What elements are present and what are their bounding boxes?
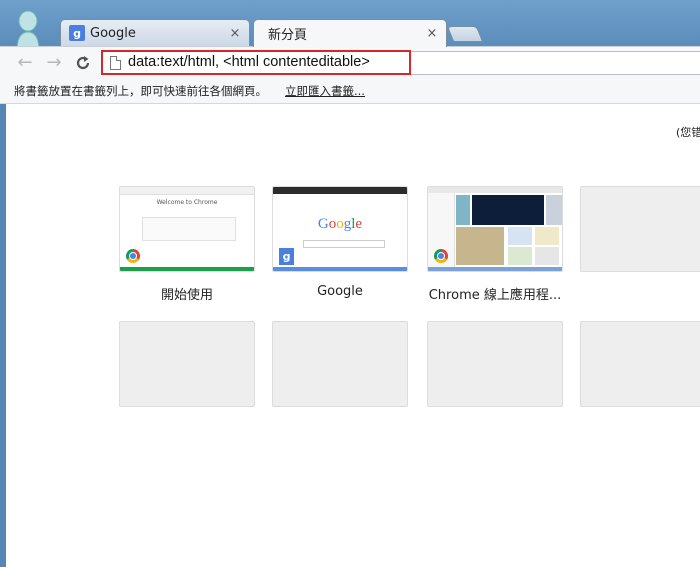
browser-window: g Google × 新分頁 × ← → data:text/html, <ht… bbox=[0, 0, 700, 567]
tile-label[interactable]: 開始使用 bbox=[112, 284, 262, 303]
toolbar: ← → data:text/html, <html contenteditabl… bbox=[0, 46, 700, 80]
thumb-banner-main bbox=[472, 195, 544, 225]
new-tab-button[interactable] bbox=[446, 26, 484, 42]
thumb-searchbox bbox=[303, 240, 385, 248]
google-logo: Google bbox=[317, 216, 363, 232]
most-visited-tile-empty bbox=[119, 321, 255, 407]
tile-color-bar bbox=[120, 267, 254, 271]
thumb-banner-left bbox=[456, 195, 470, 225]
most-visited-tile-webstore[interactable] bbox=[427, 186, 563, 272]
thumb-app-4 bbox=[535, 247, 559, 265]
tab-new-tab[interactable]: 新分頁 × bbox=[253, 19, 447, 47]
bookmarks-bar-message: 將書籤放置在書籤列上，即可快速前往各個網頁。 bbox=[14, 84, 267, 98]
back-arrow-icon[interactable]: ← bbox=[14, 53, 36, 73]
address-bar[interactable]: data:text/html, <html contenteditable> bbox=[102, 51, 700, 75]
most-visited-tile-welcome[interactable]: Welcome to Chrome bbox=[119, 186, 255, 272]
chrome-logo-icon bbox=[434, 249, 448, 263]
most-visited-tile-empty bbox=[427, 321, 563, 407]
thumb-app-2 bbox=[535, 227, 559, 245]
most-visited-tile-empty bbox=[580, 186, 700, 272]
tab-title: Google bbox=[90, 25, 136, 41]
thumb-app-1 bbox=[508, 227, 532, 245]
new-tab-page: (您错 Welcome to Chrome 開始使用 Google g Goog… bbox=[6, 104, 700, 567]
reload-arrow-icon bbox=[76, 56, 90, 70]
google-favicon-icon: g bbox=[69, 25, 85, 41]
tile-color-bar bbox=[273, 267, 407, 271]
thumb-banner-right bbox=[546, 195, 562, 225]
thumb-title: Welcome to Chrome bbox=[156, 199, 218, 206]
tab-close-icon[interactable]: × bbox=[424, 26, 440, 41]
thumb-app-3 bbox=[508, 247, 532, 265]
forward-arrow-icon[interactable]: → bbox=[43, 53, 65, 73]
tile-label[interactable]: Google bbox=[265, 284, 415, 299]
tile-color-bar bbox=[428, 267, 562, 271]
profile-avatar-icon[interactable] bbox=[13, 10, 43, 48]
most-visited-tile-google[interactable]: Google g bbox=[272, 186, 408, 272]
thumb-app-large bbox=[456, 227, 504, 265]
most-visited-tile-empty bbox=[272, 321, 408, 407]
topright-text: (您错 bbox=[676, 126, 700, 139]
page-icon bbox=[110, 56, 121, 70]
bookmarks-bar: 將書籤放置在書籤列上，即可快速前往各個網頁。 立即匯入書籤... bbox=[0, 79, 700, 104]
thumb-content-box bbox=[142, 217, 236, 241]
google-g-icon: g bbox=[279, 248, 294, 265]
thumb-toolbar bbox=[120, 187, 254, 195]
most-visited-tile-empty bbox=[580, 321, 700, 407]
thumb-blackbar bbox=[273, 187, 407, 194]
tab-close-icon[interactable]: × bbox=[227, 26, 243, 41]
import-bookmarks-link[interactable]: 立即匯入書籤... bbox=[285, 83, 365, 99]
reload-icon[interactable] bbox=[72, 53, 94, 73]
url-input[interactable]: data:text/html, <html contenteditable> bbox=[128, 54, 370, 70]
tab-google[interactable]: g Google × bbox=[60, 19, 250, 46]
chrome-logo-icon bbox=[126, 249, 140, 263]
tile-label[interactable]: Chrome 線上應用程... bbox=[420, 284, 570, 303]
tab-title: 新分頁 bbox=[268, 28, 308, 43]
